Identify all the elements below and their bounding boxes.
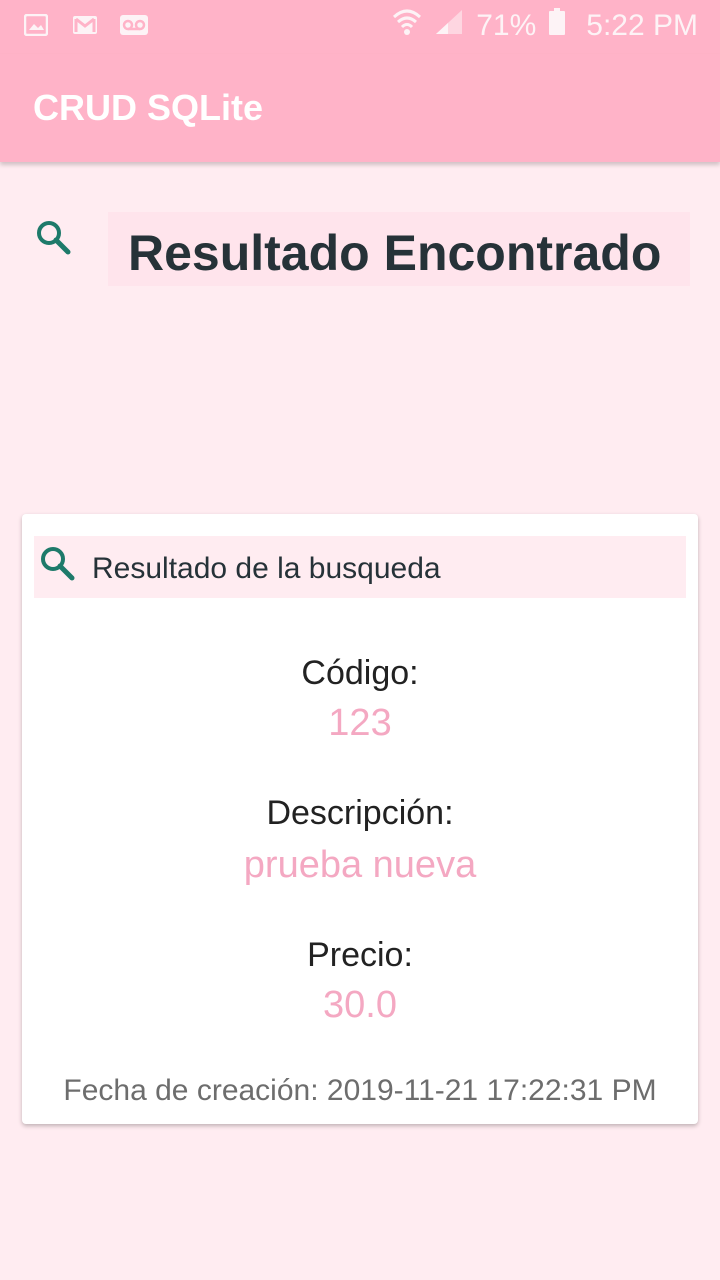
battery-icon <box>548 8 566 44</box>
search-icon <box>38 544 78 584</box>
result-card-title: Resultado de la busqueda <box>92 552 441 585</box>
gmail-icon <box>72 14 97 36</box>
wifi-icon <box>392 8 422 44</box>
voicemail-icon <box>120 14 148 36</box>
image-icon <box>23 13 49 37</box>
battery-percent: 71% <box>476 9 537 42</box>
status-time: 5:22 PM <box>586 9 698 42</box>
description-label: Descripción: <box>266 794 454 832</box>
app-title: CRUD SQLite <box>33 87 264 128</box>
status-right: 71% 5:22 PM <box>392 8 698 44</box>
status-bar: 71% 5:22 PM <box>0 0 720 54</box>
result-card: Resultado de la busqueda Código: 123 Des… <box>22 514 698 1124</box>
result-card-header: Resultado de la busqueda <box>34 536 686 598</box>
description-value: prueba nueva <box>243 844 477 886</box>
price-value: 30.0 <box>323 984 397 1026</box>
app-bar: CRUD SQLite <box>0 54 720 162</box>
signal-icon <box>434 8 464 44</box>
page-title-box: Resultado Encontrado <box>108 212 690 286</box>
creation-date: Fecha de creación: 2019-11-21 17:22:31 P… <box>63 1074 657 1107</box>
code-label: Código: <box>301 654 419 692</box>
search-icon <box>34 218 74 258</box>
price-label: Precio: <box>307 936 413 974</box>
code-value: 123 <box>328 702 392 744</box>
notification-icons <box>23 13 148 37</box>
page-title: Resultado Encontrado <box>128 225 662 281</box>
